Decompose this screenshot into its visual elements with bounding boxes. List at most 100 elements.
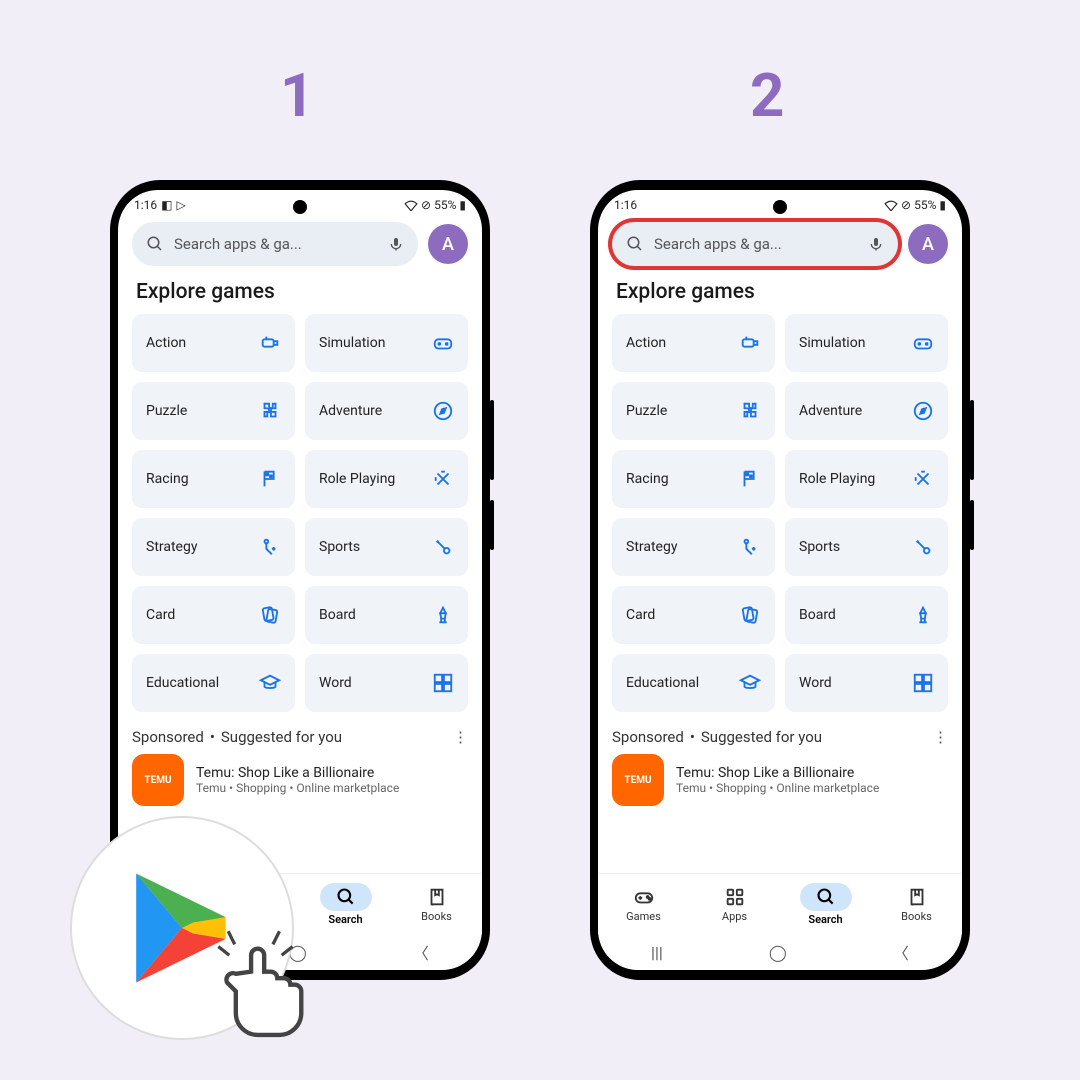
battery-text: 55%: [914, 198, 936, 212]
category-chip-board[interactable]: Board: [305, 586, 468, 644]
wifi-icon: [884, 199, 898, 211]
search-icon: [800, 883, 852, 911]
nav-label: Books: [421, 910, 452, 923]
category-chip-strategy[interactable]: Strategy: [132, 518, 295, 576]
clock: 1:16: [134, 198, 157, 212]
search-bar[interactable]: Search apps & ga...: [612, 222, 898, 266]
category-chip-puzzle[interactable]: Puzzle: [132, 382, 295, 440]
chip-label: Card: [146, 607, 175, 623]
suggested-label: Suggested for you: [221, 728, 342, 746]
nav-search[interactable]: Search: [780, 874, 871, 934]
app-suggestion[interactable]: TEMU Temu: Shop Like a Billionaire Temu …: [598, 754, 962, 806]
category-chip-card[interactable]: Card: [612, 586, 775, 644]
profile-avatar[interactable]: A: [908, 224, 948, 264]
roleplaying-icon: [432, 468, 454, 490]
recents-button[interactable]: |||: [651, 943, 663, 962]
chip-label: Role Playing: [319, 471, 395, 487]
games-icon: [633, 886, 655, 908]
home-button[interactable]: ◯: [769, 943, 787, 962]
app-suggestion[interactable]: TEMU Temu: Shop Like a Billionaire Temu …: [118, 754, 482, 806]
mic-icon[interactable]: [868, 234, 884, 254]
nav-label: Search: [808, 913, 842, 926]
back-button[interactable]: 〈: [893, 940, 909, 964]
nav-label: Books: [901, 910, 932, 923]
chip-label: Action: [146, 335, 186, 351]
app-meta: Temu • Shopping • Online marketplace: [196, 781, 468, 795]
section-title: Explore games: [118, 272, 482, 314]
category-chip-adventure[interactable]: Adventure: [785, 382, 948, 440]
word-icon: [912, 672, 934, 694]
app-title: Temu: Shop Like a Billionaire: [676, 765, 948, 781]
chip-label: Educational: [626, 675, 699, 691]
books-icon: [906, 886, 928, 908]
sports-icon: [432, 536, 454, 558]
section-title: Explore games: [598, 272, 962, 314]
battery-icon: ▮: [459, 198, 466, 212]
back-button[interactable]: 〈: [413, 940, 429, 964]
strategy-icon: [739, 536, 761, 558]
battery-icon: ▮: [939, 198, 946, 212]
search-bar[interactable]: Search apps & ga...: [132, 222, 418, 266]
category-chip-action[interactable]: Action: [132, 314, 295, 372]
category-chip-simulation[interactable]: Simulation: [305, 314, 468, 372]
more-icon[interactable]: ⋮: [453, 728, 468, 746]
app-meta: Temu • Shopping • Online marketplace: [676, 781, 948, 795]
tap-hand-icon: [207, 928, 317, 1048]
mic-icon[interactable]: [388, 234, 404, 254]
category-chip-educational[interactable]: Educational: [612, 654, 775, 712]
chip-label: Sports: [799, 539, 840, 555]
category-chip-simulation[interactable]: Simulation: [785, 314, 948, 372]
sponsored-row: Sponsored • Suggested for you ⋮: [118, 712, 482, 754]
puzzle-icon: [259, 400, 281, 422]
chip-label: Puzzle: [626, 403, 667, 419]
strategy-icon: [259, 536, 281, 558]
app-title: Temu: Shop Like a Billionaire: [196, 765, 468, 781]
chip-label: Simulation: [319, 335, 385, 351]
simulation-icon: [432, 332, 454, 354]
nav-books[interactable]: Books: [391, 874, 482, 934]
nav-books[interactable]: Books: [871, 874, 962, 934]
chip-label: Puzzle: [146, 403, 187, 419]
action-icon: [739, 332, 761, 354]
chip-label: Board: [799, 607, 836, 623]
category-chip-sports[interactable]: Sports: [305, 518, 468, 576]
adventure-icon: [912, 400, 934, 422]
category-chip-racing[interactable]: Racing: [612, 450, 775, 508]
bottom-nav: Games Apps Search Books: [598, 873, 962, 934]
search-icon: [146, 235, 164, 253]
play-store-tap-callout: [70, 816, 294, 1040]
chip-label: Strategy: [626, 539, 677, 555]
more-icon[interactable]: ⋮: [933, 728, 948, 746]
educational-icon: [259, 672, 281, 694]
category-chip-action[interactable]: Action: [612, 314, 775, 372]
category-chip-educational[interactable]: Educational: [132, 654, 295, 712]
image-icon: ◧: [161, 198, 172, 212]
category-chip-sports[interactable]: Sports: [785, 518, 948, 576]
nav-label: Apps: [722, 910, 747, 923]
chip-label: Simulation: [799, 335, 865, 351]
nav-label: Games: [626, 910, 661, 923]
category-chip-racing[interactable]: Racing: [132, 450, 295, 508]
nav-apps[interactable]: Apps: [689, 874, 780, 934]
chip-label: Card: [626, 607, 655, 623]
category-chip-word[interactable]: Word: [785, 654, 948, 712]
sponsored-label: Sponsored: [132, 728, 204, 746]
category-chip-role-playing[interactable]: Role Playing: [305, 450, 468, 508]
sports-icon: [912, 536, 934, 558]
category-chip-adventure[interactable]: Adventure: [305, 382, 468, 440]
category-chip-puzzle[interactable]: Puzzle: [612, 382, 775, 440]
chip-label: Racing: [626, 471, 669, 487]
category-chip-card[interactable]: Card: [132, 586, 295, 644]
category-chip-role-playing[interactable]: Role Playing: [785, 450, 948, 508]
profile-avatar[interactable]: A: [428, 224, 468, 264]
nav-games[interactable]: Games: [598, 874, 689, 934]
search-icon: [626, 235, 644, 253]
nav-search[interactable]: Search: [300, 874, 391, 934]
category-chip-board[interactable]: Board: [785, 586, 948, 644]
category-chip-word[interactable]: Word: [305, 654, 468, 712]
app-icon: TEMU: [132, 754, 184, 806]
battery-text: 55%: [434, 198, 456, 212]
racing-icon: [259, 468, 281, 490]
category-chip-strategy[interactable]: Strategy: [612, 518, 775, 576]
puzzle-icon: [739, 400, 761, 422]
